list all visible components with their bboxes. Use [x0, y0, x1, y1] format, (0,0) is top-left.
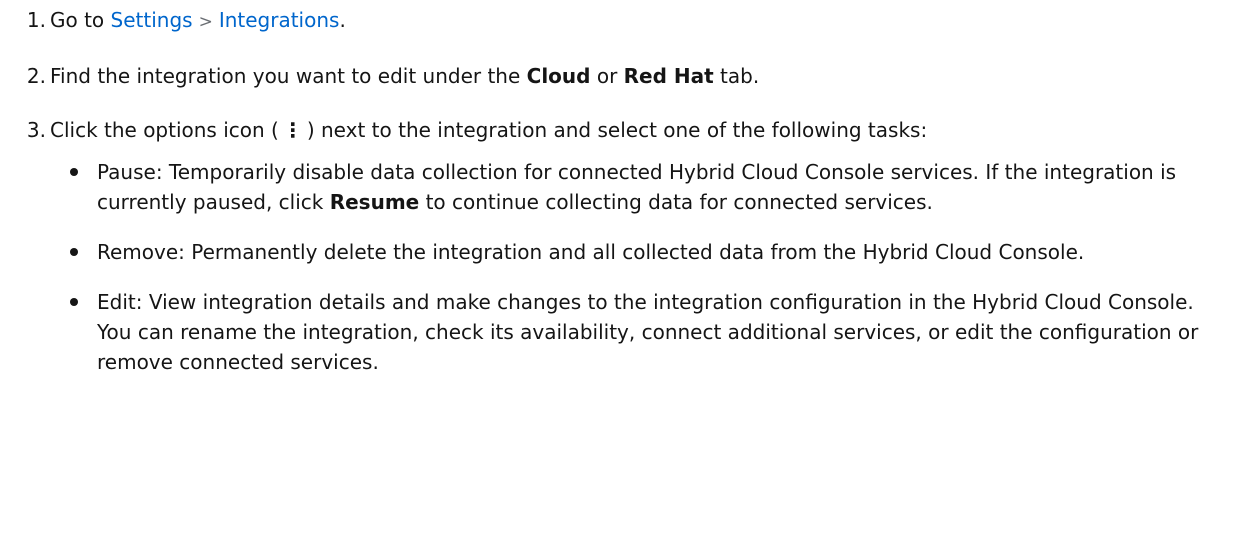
list-item-pause: Pause: Temporarily disable data collecti…	[50, 157, 1244, 217]
resume-label: Resume	[329, 190, 420, 214]
step-2: 2 Find the integration you want to edit …	[0, 61, 1244, 91]
step-2-suffix: tab.	[713, 64, 760, 88]
step-1-suffix: .	[339, 8, 346, 32]
red-hat-tab-label: Red Hat	[623, 64, 714, 88]
settings-link[interactable]: Settings	[111, 8, 193, 32]
step-3-suffix: ) next to the integration and select one…	[306, 118, 928, 142]
step-text: Go to Settings > Integrations.	[50, 5, 1244, 37]
task-list: Pause: Temporarily disable data collecti…	[50, 157, 1244, 377]
bullet-icon	[70, 298, 78, 306]
bullet-icon	[70, 248, 78, 256]
step-number: 1	[2, 5, 46, 35]
step-text: Click the options icon (⋮) next to the i…	[50, 115, 1244, 145]
integrations-link[interactable]: Integrations	[219, 8, 340, 32]
cloud-tab-label: Cloud	[526, 64, 591, 88]
kebab-menu-icon: ⋮	[282, 118, 303, 142]
task-description-end: to continue collecting data for connecte…	[419, 190, 933, 214]
step-number: 3	[2, 115, 46, 145]
step-2-prefix: Find the integration you want to edit un…	[50, 64, 527, 88]
task-description: : Permanently delete the integration and…	[178, 240, 1085, 264]
step-number: 2	[2, 61, 46, 91]
step-1: 1 Go to Settings> Integrations.	[0, 5, 1244, 37]
task-term: Pause	[97, 160, 156, 184]
task-term: Remove	[97, 240, 179, 264]
step-2-middle: or	[590, 64, 624, 88]
step-3: 3 Click the options icon (⋮) next to the…	[0, 115, 1244, 377]
task-description: : View integration details and make chan…	[97, 290, 1199, 374]
task-term: Edit	[97, 290, 136, 314]
document-body: 1 Go to Settings> Integrations. 2 Find th…	[0, 0, 1244, 556]
bullet-icon	[70, 168, 78, 176]
step-text: Find the integration you want to edit un…	[50, 61, 1244, 91]
procedure-steps: 1 Go to Settings> Integrations. 2 Find th…	[0, 5, 1244, 377]
breadcrumb-separator: >	[198, 12, 213, 32]
list-item-remove: Remove: Permanently delete the integrati…	[50, 237, 1244, 267]
step-3-prefix: Click the options icon (	[50, 118, 279, 142]
step-1-prefix: Go to	[50, 8, 111, 32]
list-item-edit: Edit: View integration details and make …	[50, 287, 1244, 377]
